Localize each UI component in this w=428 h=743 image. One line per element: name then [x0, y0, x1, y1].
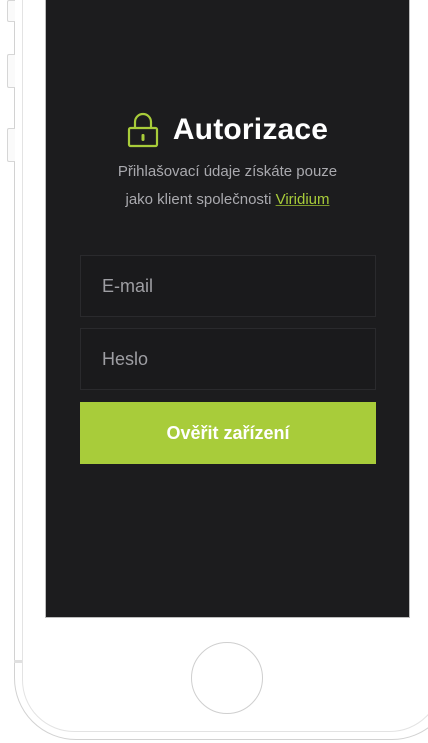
page-title: Autorizace [172, 113, 329, 146]
email-field[interactable] [80, 255, 376, 317]
volume-down-button [7, 128, 15, 162]
home-button[interactable] [191, 642, 263, 714]
company-link[interactable]: Viridium [276, 191, 330, 208]
mute-switch [7, 0, 15, 22]
info-text: Přihlašovací údaje získáte pouze jako kl… [46, 158, 409, 214]
page: Autorizace Přihlašovací údaje získáte po… [0, 0, 428, 743]
lock-icon [127, 112, 158, 148]
volume-up-button [7, 54, 15, 88]
password-input[interactable] [102, 329, 375, 389]
email-input[interactable] [102, 256, 375, 316]
phone-screen: Autorizace Přihlašovací údaje získáte po… [45, 0, 410, 618]
verify-device-button[interactable]: Ověřit zařízení [80, 402, 376, 464]
info-text-line-1: Přihlašovací údaje získáte pouze [117, 163, 338, 180]
title-row: Autorizace [46, 108, 409, 152]
info-text-prefix: jako klient společnosti [125, 191, 276, 208]
antenna-line [14, 660, 22, 663]
password-field[interactable] [80, 328, 376, 390]
info-text-line-2: jako klient společnosti Viridium [46, 186, 409, 214]
